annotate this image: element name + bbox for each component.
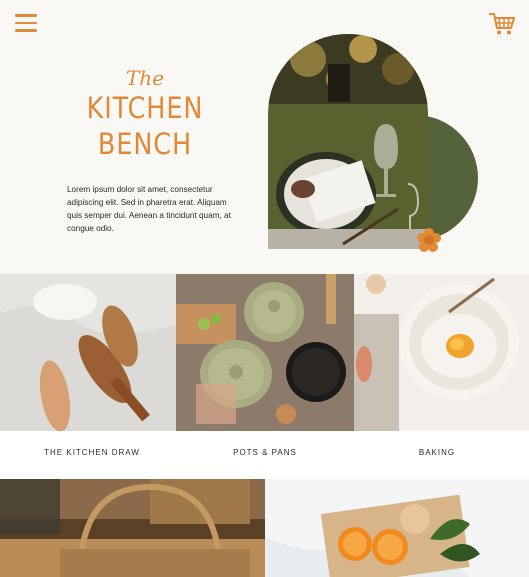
oranges-board-image[interactable] [265, 479, 529, 577]
category-label-kitchen-draw[interactable]: THE KITCHEN DRAW [0, 448, 184, 457]
category-image-row [0, 274, 529, 431]
brand-line-1: KITCHEN [86, 91, 204, 125]
category-label-row: THE KITCHEN DRAW POTS & PANS BAKING [0, 431, 529, 479]
brand-the: The [125, 66, 165, 90]
baking-image[interactable] [354, 274, 529, 431]
basket-image[interactable] [0, 479, 265, 577]
bottom-image-row [0, 479, 529, 577]
category-label-baking[interactable]: BAKING [354, 448, 520, 457]
kitchen-draw-image[interactable] [0, 274, 176, 431]
hero-description: Lorem ipsum dolor sit amet, consectetur … [67, 185, 231, 233]
hero-table-setting-image [268, 34, 428, 249]
pots-and-pans-image[interactable] [176, 274, 354, 431]
brand-line-2: BENCH [97, 127, 193, 161]
flower-icon [417, 228, 441, 252]
hero-section: The KITCHEN BENCH Lorem ipsum dolor sit … [0, 30, 529, 274]
brand-title: KITCHEN BENCH [17, 90, 272, 162]
category-label-pots-pans[interactable]: POTS & PANS [176, 448, 354, 457]
